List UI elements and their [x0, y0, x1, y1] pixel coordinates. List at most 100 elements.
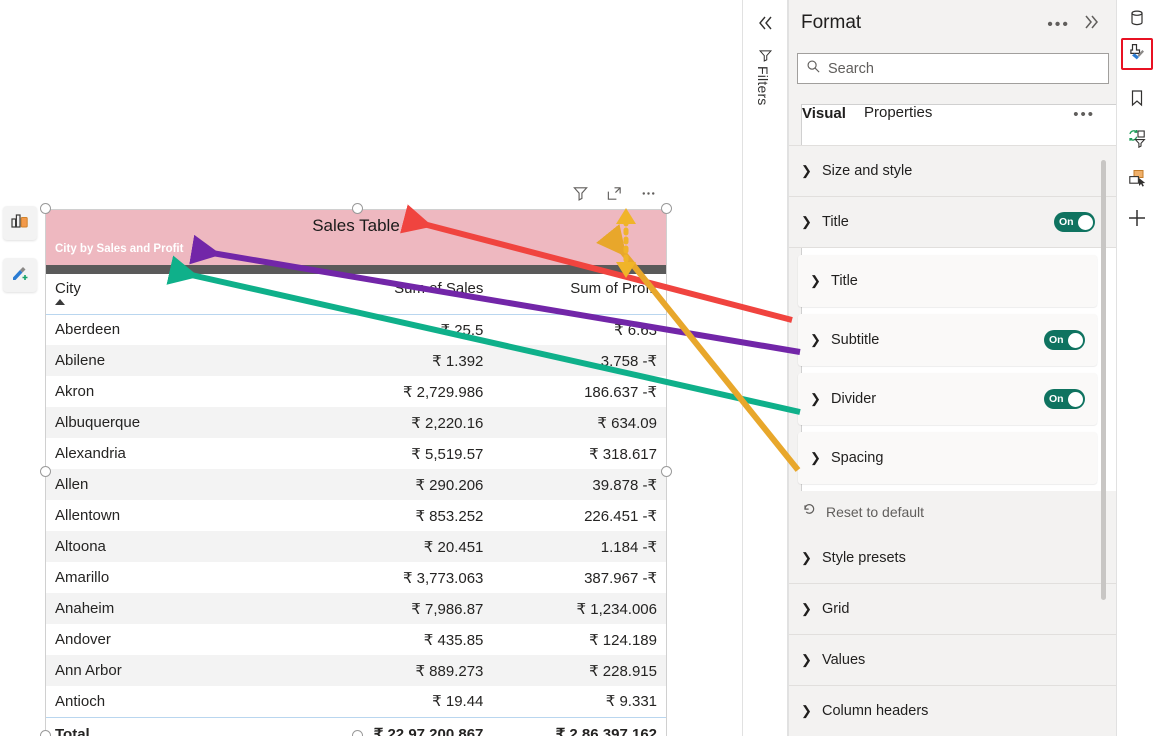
chevron-right-icon: ❯	[801, 703, 812, 718]
format-card-divider[interactable]: ❯ Divider On	[798, 373, 1097, 425]
format-pane-tabs[interactable]: Visual Properties •••	[789, 100, 1156, 638]
selection-icon	[1127, 168, 1147, 193]
format-visual-button[interactable]	[3, 258, 37, 292]
format-card-title[interactable]: ❯ Title	[798, 255, 1097, 307]
toggle-state-label: On	[1059, 216, 1074, 228]
resize-handle-bottom-center[interactable]	[352, 730, 363, 736]
data-cylinder-icon	[1127, 8, 1147, 33]
double-chevron-left-icon[interactable]	[756, 14, 774, 37]
format-section-label: Grid	[822, 601, 850, 617]
visual-header-toolbar[interactable]	[570, 183, 658, 203]
column-header-sum-of-sales[interactable]: Sum of Sales	[318, 274, 493, 315]
format-section-label: Column headers	[822, 703, 929, 719]
table-row[interactable]: Alexandria ₹ 5,519.57 ₹ 318.617	[46, 438, 666, 469]
cell-city: Allen	[46, 469, 319, 500]
total-profit: ₹ 2,86,397.162	[492, 716, 666, 736]
rail-button-selection[interactable]	[1121, 164, 1153, 196]
resize-handle-top-center[interactable]	[352, 203, 363, 214]
undo-icon	[802, 502, 817, 522]
format-pane-more-icon[interactable]: •••	[1047, 16, 1070, 34]
column-header-city[interactable]: City	[46, 274, 319, 315]
collapse-pane-icon[interactable]	[1082, 13, 1100, 36]
format-card-spacing[interactable]: ❯ Spacing	[798, 432, 1097, 484]
format-search-box[interactable]: Search	[797, 53, 1109, 84]
table-row[interactable]: Antioch ₹ 19.44 ₹ 9.331	[46, 686, 666, 717]
table-row[interactable]: Albuquerque ₹ 2,220.16 ₹ 634.09	[46, 407, 666, 438]
format-card-label: Title	[831, 273, 858, 289]
resize-handle-top-right[interactable]	[661, 203, 672, 214]
cell-sum-of-profit: ₹ 634.09	[492, 407, 666, 438]
focus-mode-icon[interactable]	[604, 183, 624, 203]
format-section-column-headers[interactable]: ❯ Column headers	[789, 686, 1117, 736]
cell-city: Altoona	[46, 531, 319, 562]
cell-sum-of-sales: ₹ 2,220.16	[318, 407, 493, 438]
table-row[interactable]: Aberdeen ₹ 25.5 ₹ 6.63	[46, 314, 666, 345]
cell-sum-of-profit: ₹ 228.915	[492, 655, 666, 686]
build-visual-button[interactable]	[3, 206, 37, 240]
tab-properties[interactable]: Properties	[864, 104, 932, 121]
table-row[interactable]: Akron ₹ 2,729.986 186.637 -₹	[46, 376, 666, 407]
chevron-right-icon: ❯	[810, 391, 821, 406]
cell-sum-of-profit: ₹ 1,234.006	[492, 593, 666, 624]
cell-sum-of-sales: ₹ 3,773.063	[402, 569, 484, 587]
subtitle-toggle[interactable]: On	[1044, 330, 1085, 350]
resize-handle-bottom-left[interactable]	[40, 730, 51, 736]
table-row[interactable]: Andover ₹ 435.85 ₹ 124.189	[46, 624, 666, 655]
rail-button-add[interactable]	[1121, 204, 1153, 236]
reset-to-default-button[interactable]: Reset to default	[789, 491, 1117, 533]
cell-sum-of-profit: 39.878 -₹	[492, 469, 666, 500]
chevron-right-icon: ❯	[801, 601, 812, 616]
format-section-style-presets[interactable]: ❯ Style presets	[789, 533, 1117, 584]
resize-handle-middle-right[interactable]	[661, 466, 672, 477]
format-card-label: Subtitle	[831, 332, 880, 348]
toggle-knob	[1067, 391, 1083, 407]
cell-sum-of-sales: ₹ 5,519.57	[411, 445, 484, 463]
table-row[interactable]: Altoona ₹ 20.451 1.184 -₹	[46, 531, 666, 562]
table-row[interactable]: Anaheim ₹ 7,986.87 ₹ 1,234.006	[46, 593, 666, 624]
rail-button-sync-slicers[interactable]	[1121, 124, 1153, 156]
table-row[interactable]: Abilene ₹ 1.392 3.758 -₹	[46, 345, 666, 376]
divider-toggle[interactable]: On	[1044, 389, 1085, 409]
format-section-values[interactable]: ❯ Values	[789, 635, 1117, 686]
format-pane-scrollbar[interactable]	[1101, 160, 1106, 600]
data-table[interactable]: City Sum of Sales Sum of Profit Aberdeen…	[46, 274, 666, 736]
resize-handle-top-left[interactable]	[40, 203, 51, 214]
more-options-icon[interactable]	[638, 183, 658, 203]
format-lower-sections: ❯ Style presets ❯ Grid ❯ Values ❯ Column header…	[789, 533, 1117, 736]
total-label: Total	[46, 716, 319, 736]
resize-handle-middle-left[interactable]	[40, 466, 51, 477]
format-section-title[interactable]: ❯ Title On	[789, 197, 1117, 248]
column-header-sum-of-profit[interactable]: Sum of Profit	[492, 274, 666, 315]
format-pane[interactable]: Format ••• Search Visual Properties •••	[788, 0, 1156, 736]
visual-title-band[interactable]: Sales Table City by Sales and Profit	[46, 210, 666, 265]
format-pane-header: Format •••	[789, 0, 1116, 48]
sales-table-visual[interactable]: Sales Table City by Sales and Profit Cit…	[45, 209, 667, 736]
visual-title-divider	[46, 265, 666, 274]
filters-pane-collapsed[interactable]: Filters	[742, 0, 788, 736]
cell-sum-of-sales: ₹ 19.44	[432, 693, 484, 711]
table-row[interactable]: Allentown ₹ 853.252 226.451 -₹	[46, 500, 666, 531]
table-row[interactable]: Amarillo ₹ 3,773.063 387.967 -₹	[46, 562, 666, 593]
right-icon-rail[interactable]	[1116, 0, 1156, 736]
table-row[interactable]: Ann Arbor ₹ 889.273 ₹ 228.915	[46, 655, 666, 686]
rail-button-format[interactable]	[1121, 38, 1153, 70]
cell-sum-of-profit: 3.758 -₹	[492, 345, 666, 376]
rail-button-bookmarks[interactable]	[1121, 84, 1153, 116]
cell-sum-of-sales: ₹ 290.206	[318, 469, 493, 500]
table-row[interactable]: Allen ₹ 290.206 39.878 -₹	[46, 469, 666, 500]
search-icon	[806, 59, 821, 79]
toggle-knob	[1067, 332, 1083, 348]
title-toggle[interactable]: On	[1054, 212, 1095, 232]
format-card-subtitle[interactable]: ❯ Subtitle On	[798, 314, 1097, 366]
bookmark-icon	[1127, 88, 1147, 113]
cell-city: Akron	[55, 383, 95, 400]
format-tabs-more-icon[interactable]: •••	[1073, 106, 1095, 123]
visual-subtitle: City by Sales and Profit	[55, 243, 184, 255]
cell-city: Andover	[55, 631, 111, 648]
format-section-size-and-style[interactable]: ❯ Size and style	[789, 146, 1117, 197]
format-sections-list[interactable]: ❯ Size and style ❯ Title On ❯ Title ❯ Su…	[789, 146, 1117, 736]
rail-button-data[interactable]	[1121, 4, 1153, 36]
filter-icon[interactable]	[758, 48, 773, 68]
format-section-grid[interactable]: ❯ Grid	[789, 584, 1117, 635]
filter-icon[interactable]	[570, 183, 590, 203]
